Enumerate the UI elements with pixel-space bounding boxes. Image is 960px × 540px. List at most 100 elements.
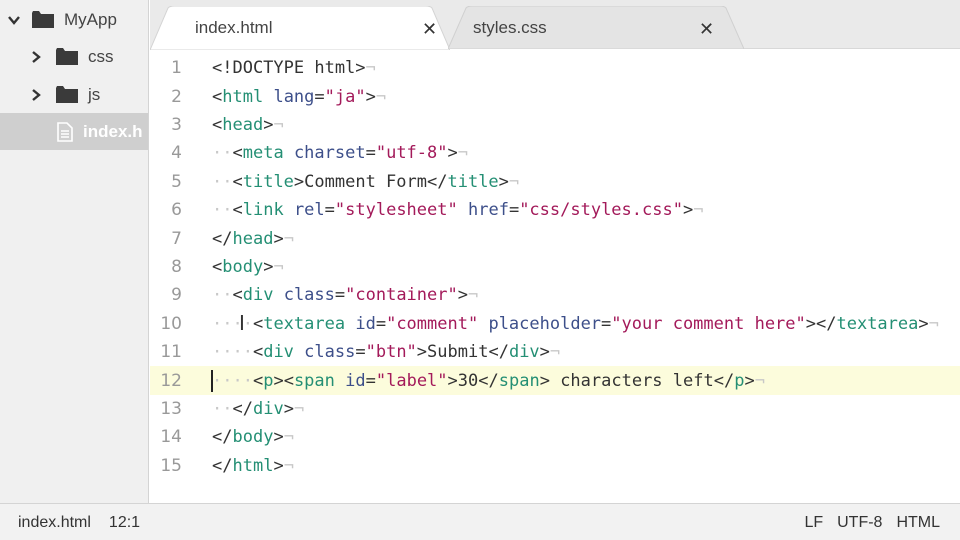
code-token: <: [232, 285, 243, 306]
eol-marker: ¬: [283, 228, 294, 249]
code-token: </: [488, 342, 509, 363]
chevron-right-icon[interactable]: [30, 50, 42, 63]
line-number: 9: [171, 285, 182, 306]
status-line-ending[interactable]: LF: [804, 514, 823, 532]
code-token: rel: [293, 200, 325, 221]
code-token: =: [355, 342, 366, 363]
code-token: div: [242, 285, 274, 306]
code-token: >: [263, 256, 274, 277]
line-number: 13: [160, 398, 182, 419]
code-content: ···· < div class = "btn" > Submit </div > ¬: [212, 342, 560, 362]
code-content: </body > ¬: [212, 427, 294, 447]
eol-marker: ¬: [293, 398, 305, 419]
code-line[interactable]: 11 ···· < div class = "btn" > Submit </div > ¬: [150, 338, 960, 366]
line-number: 4: [171, 143, 182, 164]
code-token: </: [478, 370, 499, 391]
code-token: meta: [242, 143, 284, 164]
tab-index-html[interactable]: index.html ✕: [150, 6, 450, 50]
code-line[interactable]: 9 ·· < div class = "container" > ¬: [150, 281, 960, 309]
close-icon[interactable]: ✕: [422, 19, 437, 40]
code-content: < head > ¬: [212, 115, 284, 135]
code-line[interactable]: 3 < head > ¬: [150, 111, 960, 139]
status-file-name[interactable]: index.html: [18, 514, 91, 532]
code-line[interactable]: 7 </head > ¬: [150, 224, 960, 252]
code-token: span: [498, 370, 540, 391]
code-token: "your comment here": [611, 313, 806, 334]
indent-guide: ····: [212, 313, 253, 334]
code-token: "comment": [386, 313, 479, 334]
code-token: "css/styles.css": [519, 200, 683, 221]
code-token: "btn": [365, 342, 417, 363]
code-line[interactable]: 13 ·· </div > ¬: [150, 395, 960, 423]
tree-root-myapp[interactable]: MyApp: [0, 1, 148, 38]
code-line[interactable]: 8 < body > ¬: [150, 253, 960, 281]
line-number: 5: [171, 171, 182, 192]
code-token: >: [273, 228, 284, 249]
text-cursor: [211, 369, 213, 392]
code-content: <!DOCTYPE html> ¬: [212, 58, 376, 78]
code-line[interactable]: 4 ·· < meta charset = "utf-8" > ¬: [150, 139, 960, 167]
code-line[interactable]: 15 </html > ¬: [150, 452, 960, 480]
code-token: div: [263, 342, 294, 363]
chevron-down-icon[interactable]: [8, 14, 20, 26]
close-icon[interactable]: ✕: [699, 19, 714, 40]
code-token: span: [293, 370, 335, 391]
tab-label: styles.css: [473, 18, 547, 37]
code-line[interactable]: 10 ···· < textarea id = "comment" placeholder…: [150, 310, 960, 338]
code-token: Submit: [427, 342, 489, 363]
code-token: =: [365, 143, 376, 164]
code-token: class: [304, 342, 356, 363]
code-token: =: [324, 200, 335, 221]
code-token: <: [232, 200, 243, 221]
code-line[interactable]: 12 ···· < p >< span id = "label" >30 </span > char…: [150, 366, 960, 395]
code-content: ···· < p >< span id = "label" >30 </span > charac…: [212, 371, 765, 391]
folder-icon: [56, 86, 78, 103]
code-content: ·· < title > Comment Form </title > ¬: [212, 172, 519, 192]
status-grammar[interactable]: HTML: [896, 514, 940, 532]
tree-label: MyApp: [64, 9, 117, 29]
code-token: >: [416, 342, 428, 363]
code-token: id: [355, 313, 376, 334]
tree-item-js[interactable]: js: [0, 76, 148, 113]
eol-marker: ¬: [928, 313, 939, 334]
indent-guide: ····: [212, 342, 253, 363]
status-cursor-position[interactable]: 12:1: [109, 514, 140, 532]
tab-styles-css[interactable]: styles.css ✕: [448, 6, 744, 50]
indent-guide: ··: [212, 398, 233, 419]
code-content: ·· </div > ¬: [212, 399, 304, 419]
status-encoding[interactable]: UTF-8: [837, 514, 882, 532]
code-token: >: [273, 455, 284, 476]
tree-item-index-html[interactable]: index.h: [0, 113, 148, 150]
code-line[interactable]: 2 < html lang = "ja" > ¬: [150, 82, 960, 110]
line-number: 12: [160, 370, 182, 391]
line-number: 8: [171, 256, 182, 277]
code-line[interactable]: 14 </body > ¬: [150, 423, 960, 451]
code-token: lang: [273, 86, 315, 107]
code-token: title: [447, 171, 499, 192]
code-token: <: [252, 370, 264, 391]
eol-marker: ¬: [283, 455, 294, 476]
code-token: class: [283, 285, 335, 306]
code-editor[interactable]: 1 <!DOCTYPE html> ¬ 2 < html lang = "ja" > ¬ 3 < hea…: [150, 50, 960, 503]
code-line[interactable]: 5 ·· < title > Comment Form </title > ¬: [150, 168, 960, 196]
code-token: >: [744, 370, 755, 391]
tree-label: css: [88, 46, 114, 66]
code-token: head: [232, 228, 274, 249]
code-line[interactable]: 1 <!DOCTYPE html> ¬: [150, 54, 960, 82]
eol-marker: ¬: [549, 342, 561, 363]
code-token: </: [232, 398, 253, 419]
code-token: =: [365, 370, 376, 391]
code-token: >: [283, 398, 294, 419]
code-token: >: [365, 86, 376, 107]
code-line[interactable]: 6 ·· < link rel = "stylesheet" href = "css/styl…: [150, 196, 960, 224]
code-token: href: [467, 200, 509, 221]
code-token: "container": [345, 285, 458, 306]
tree-item-css[interactable]: css: [0, 38, 148, 75]
code-token: >: [457, 285, 468, 306]
chevron-right-icon[interactable]: [30, 88, 42, 101]
code-token: "label": [375, 370, 448, 391]
tree-view: MyApp css js index.h: [0, 0, 149, 503]
code-content: ·· < link rel = "stylesheet" href = "css/style…: [212, 200, 703, 220]
